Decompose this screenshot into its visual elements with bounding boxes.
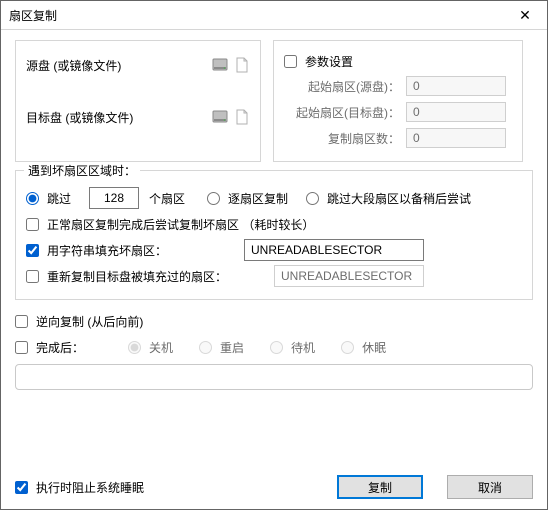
jump-big-radio[interactable]: 跳过大段扇区以备稍后尝试 (306, 190, 471, 207)
close-icon: ✕ (519, 7, 531, 24)
sector-count-input[interactable] (406, 128, 506, 148)
params-enable-check[interactable]: 参数设置 (284, 53, 353, 70)
titlebar: 扇区复制 ✕ (1, 1, 547, 30)
params-group: 参数设置 起始扇区(源盘)： 起始扇区(目标盘)： 复制扇区数： (273, 40, 523, 162)
reverse-check[interactable]: 逆向复制 (从后向前) (15, 313, 143, 330)
sector-copy-dialog: 扇区复制 ✕ 源盘 (或镜像文件) 目标盘 (或镜 (0, 0, 548, 510)
reverse-row: 逆向复制 (从后向前) (15, 308, 533, 334)
params-title: 参数设置 (305, 53, 353, 70)
fill-check[interactable]: 用字符串填充坏扇区： (26, 242, 226, 259)
refill-string-input[interactable] (274, 265, 424, 287)
prevent-sleep-check[interactable]: 执行时阻止系统睡眠 (15, 479, 144, 496)
dialog-body: 源盘 (或镜像文件) 目标盘 (或镜像文件) (1, 30, 547, 465)
file-icon[interactable] (234, 109, 250, 125)
after-shutdown-radio[interactable]: 关机 (128, 339, 173, 356)
fill-string-input[interactable] (244, 239, 424, 261)
param-label: 起始扇区(目标盘)： (284, 104, 406, 121)
window-title: 扇区复制 (1, 7, 57, 24)
bad-sector-legend: 遇到坏扇区区域时： (24, 162, 140, 179)
source-disk-label: 源盘 (或镜像文件) (26, 57, 206, 74)
per-sector-radio[interactable]: 逐扇区复制 (207, 190, 288, 207)
param-label: 复制扇区数： (284, 130, 406, 147)
close-button[interactable]: ✕ (503, 1, 547, 29)
bad-sector-group: 遇到坏扇区区域时： 跳过 个扇区 逐扇区复制 跳过大段扇区以备稍后尝试 (15, 170, 533, 300)
after-hibernate-radio[interactable]: 休眠 (341, 339, 386, 356)
start-source-input[interactable] (406, 76, 506, 96)
target-disk-row: 目标盘 (或镜像文件) (26, 105, 250, 129)
skip-radio[interactable]: 跳过 (26, 190, 71, 207)
skip-unit: 个扇区 (149, 190, 185, 207)
target-disk-label: 目标盘 (或镜像文件) (26, 109, 206, 126)
retry-after-check[interactable]: 正常扇区复制完成后尝试复制坏扇区 （耗时较长） (26, 216, 314, 233)
skip-count-input[interactable] (89, 187, 139, 209)
cancel-button[interactable]: 取消 (447, 475, 533, 499)
after-restart-radio[interactable]: 重启 (199, 339, 244, 356)
after-row: 完成后： 关机 重启 待机 休眠 (15, 334, 533, 360)
fill-row: 用字符串填充坏扇区： (26, 237, 522, 263)
after-check[interactable]: 完成后： (15, 339, 84, 356)
disk-icon[interactable] (212, 57, 228, 73)
param-label: 起始扇区(源盘)： (284, 78, 406, 95)
after-standby-radio[interactable]: 待机 (270, 339, 315, 356)
params-title-row: 参数设置 (284, 53, 512, 70)
start-target-input[interactable] (406, 102, 506, 122)
progress-box (15, 364, 533, 390)
file-icon[interactable] (234, 57, 250, 73)
param-count: 复制扇区数： (284, 128, 512, 148)
param-start-target: 起始扇区(目标盘)： (284, 102, 512, 122)
source-disk-row: 源盘 (或镜像文件) (26, 53, 250, 77)
bad-mode-row: 跳过 个扇区 逐扇区复制 跳过大段扇区以备稍后尝试 (26, 185, 522, 211)
param-start-source: 起始扇区(源盘)： (284, 76, 512, 96)
disk-icon[interactable] (212, 109, 228, 125)
refill-row: 重新复制目标盘被填充过的扇区： (26, 263, 522, 289)
footer: 执行时阻止系统睡眠 复制 取消 (1, 465, 547, 509)
retry-after-row: 正常扇区复制完成后尝试复制坏扇区 （耗时较长） (26, 211, 522, 237)
copy-button[interactable]: 复制 (337, 475, 423, 499)
disk-group: 源盘 (或镜像文件) 目标盘 (或镜像文件) (15, 40, 261, 162)
top-row: 源盘 (或镜像文件) 目标盘 (或镜像文件) (15, 40, 533, 162)
refill-check[interactable]: 重新复制目标盘被填充过的扇区： (26, 268, 256, 285)
